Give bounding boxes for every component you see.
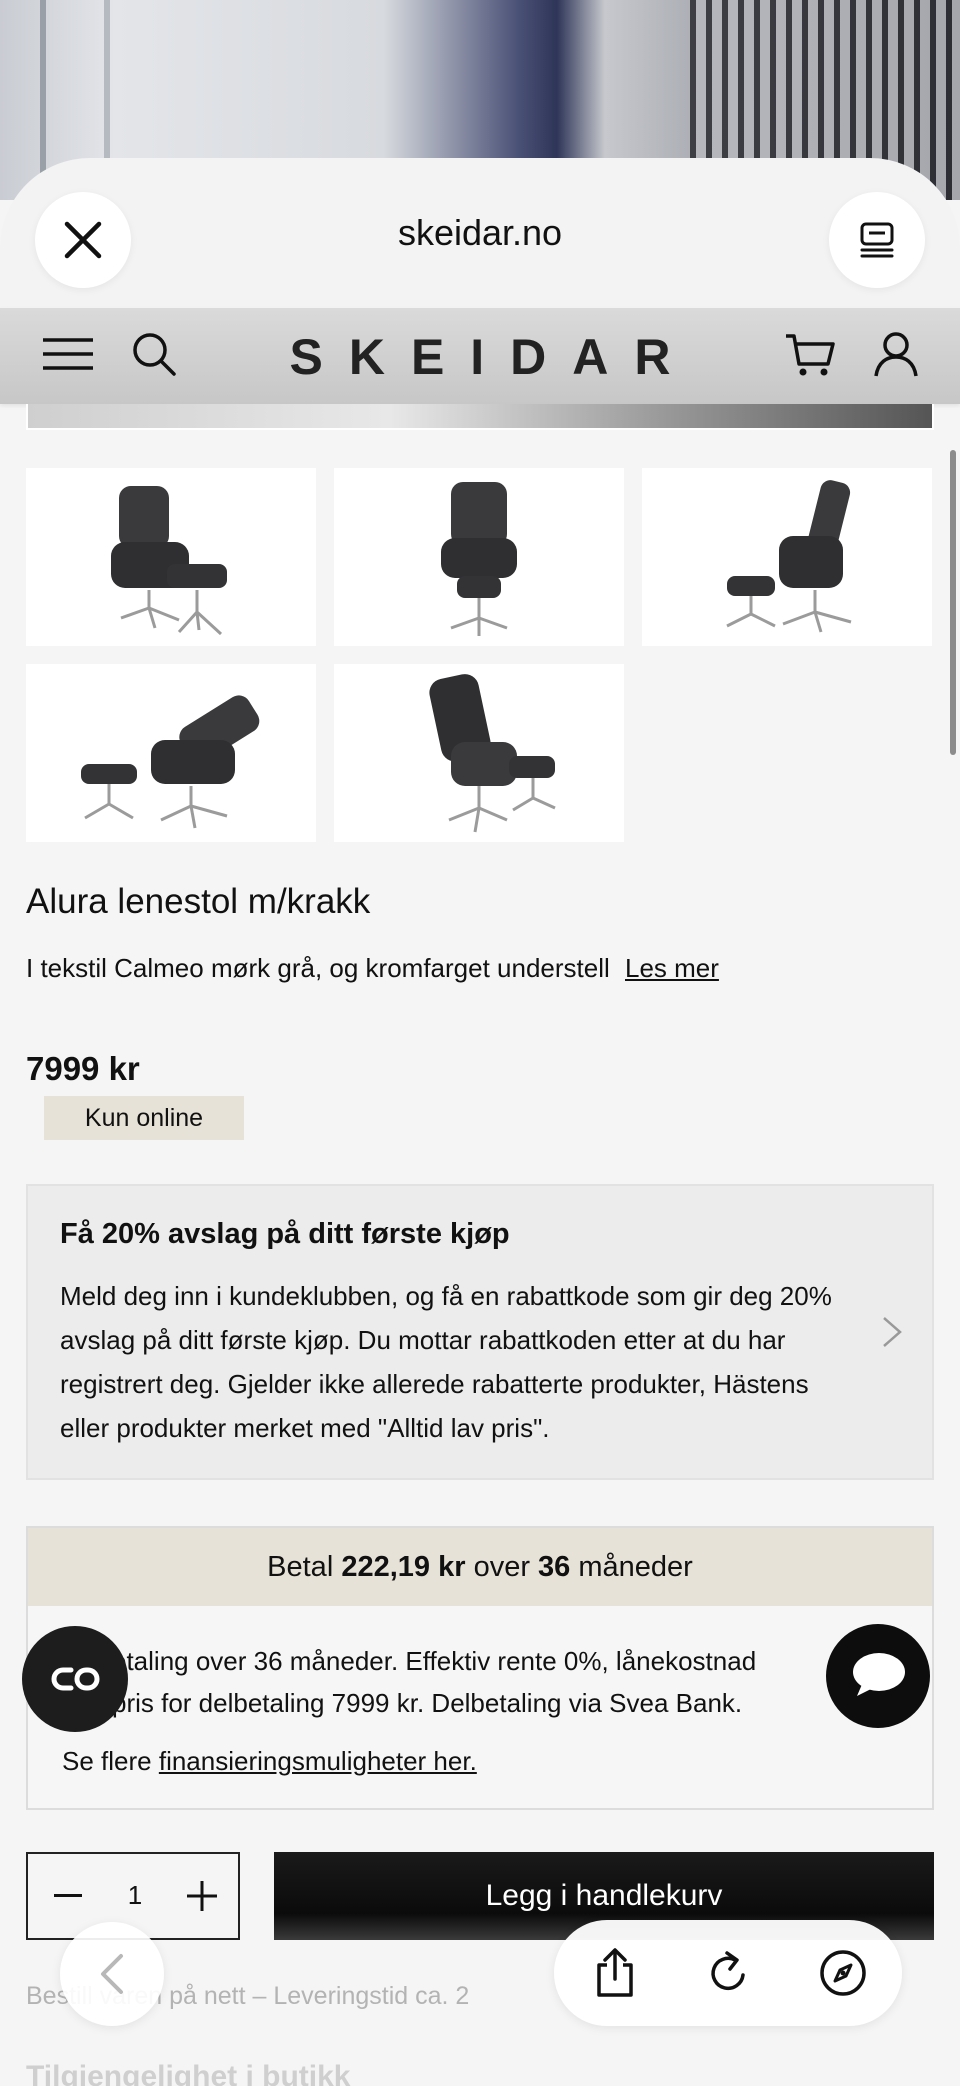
share-button[interactable] [584,1942,646,2004]
read-more-link[interactable]: Les mer [625,953,719,983]
chevron-left-icon [101,1954,123,1994]
compass-button[interactable] [812,1942,874,2004]
product-description-text: I tekstil Calmeo mørk grå, og kromfarget… [26,953,610,983]
product-description: I tekstil Calmeo mørk grå, og kromfarget… [26,948,766,988]
cart-icon [786,334,835,376]
financing-link-row: Se flere finansieringsmuligheter her. [62,1746,477,1776]
product-price: 7999 kr [26,1050,140,1087]
chair-image [429,674,556,833]
chair-image [726,480,852,633]
chair-image [111,486,227,636]
gallery-thumbnail-1[interactable] [26,468,316,646]
account-button[interactable] [864,322,928,386]
browser-toolbar [554,1920,902,2026]
payment-plan-details: etaling over 36 måneder. Effektiv rente … [112,1646,757,1718]
product-title: Alura lenestol m/krakk [26,882,371,921]
online-only-badge: Kun online [44,1096,244,1140]
compass-icon [820,1950,866,1996]
promo-card[interactable]: Få 20% avslag på ditt første kjøp Meld d… [26,1184,934,1480]
reload-icon [711,1951,745,1991]
tabs-icon [860,222,894,258]
gallery-thumbnail-4[interactable] [26,664,316,842]
back-button[interactable] [60,1922,164,2026]
financing-options-link[interactable]: finansieringsmuligheter her. [159,1746,477,1776]
quantity-increase-button[interactable] [180,1874,224,1918]
monthly-amount: 222,19 kr [341,1550,466,1583]
payment-plan-card: Betal 222,19 kr over 36 måneder etaling … [26,1526,934,1810]
promo-body: Meld deg inn i kundeklubben, og få en ra… [60,1281,832,1443]
month-count: 36 [538,1550,571,1583]
co-browse-icon [51,1667,100,1691]
chat-bubble-icon [853,1653,905,1696]
chair-image [441,482,517,636]
gallery-thumbnail-5[interactable] [334,664,624,842]
user-icon [874,332,918,377]
url-label[interactable]: skeidar.no [0,212,960,254]
gallery-thumbnail-2[interactable] [334,468,624,646]
gallery-thumbnail-3[interactable] [642,468,932,646]
hero-image-edge [26,404,934,430]
co-browse-button[interactable] [22,1626,128,1732]
payment-plan-summary: Betal 222,19 kr over 36 måneder [28,1528,932,1606]
site-header: SKEIDAR [0,308,960,404]
chair-image [81,695,260,829]
tabs-button[interactable] [829,192,925,288]
cart-button[interactable] [778,322,842,386]
store-availability-heading: Tilgjengelighet i butikk [26,2060,351,2086]
chevron-right-icon [883,1317,902,1347]
promo-heading: Få 20% avslag på ditt første kjøp [60,1218,510,1250]
scrollbar[interactable] [950,450,956,755]
share-icon [597,1948,633,1997]
chat-button[interactable] [826,1624,930,1728]
reload-button[interactable] [698,1942,760,2004]
plus-icon [187,1881,217,1911]
